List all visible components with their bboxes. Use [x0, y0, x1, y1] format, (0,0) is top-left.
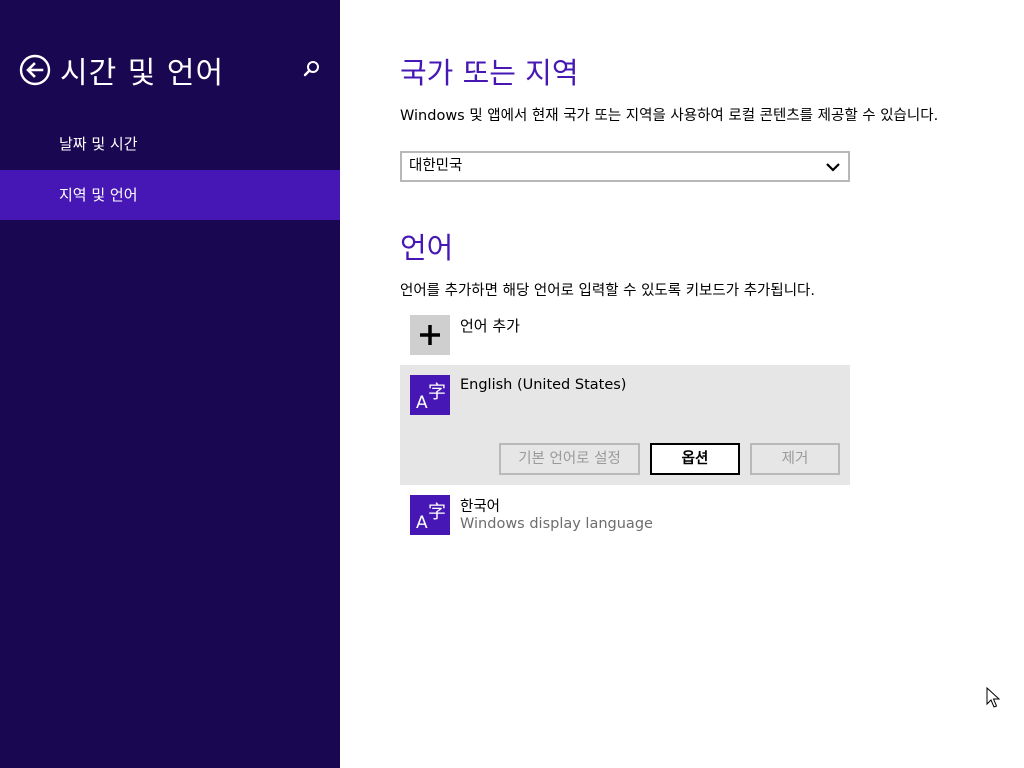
country-region-dropdown[interactable]: 대한민국 [400, 151, 850, 182]
dropdown-value: 대한민국 [409, 158, 463, 174]
language-icon-letter: A [416, 393, 428, 413]
remove-button[interactable]: 제거 [750, 443, 840, 475]
nav-item-date-time[interactable]: 날짜 및 시간 [0, 119, 340, 169]
set-default-language-button[interactable]: 기본 언어로 설정 [499, 443, 640, 475]
add-language-label: 언어 추가 [460, 317, 520, 335]
nav-item-region-language[interactable]: 지역 및 언어 [0, 170, 340, 220]
language-name: English (United States) [460, 377, 627, 393]
left-pane: 시간 및 언어 날짜 및 시간 지역 및 언어 [0, 0, 340, 768]
language-description: 언어를 추가하면 해당 언어로 입력할 수 있도록 키보드가 추가됩니다. [400, 283, 815, 299]
search-icon [303, 61, 319, 77]
language-heading: 언어 [400, 231, 454, 265]
language-icon-glyph: 字 [428, 502, 446, 523]
mouse-pointer-icon [986, 687, 1000, 708]
region-description: Windows 및 앱에서 현재 국가 또는 지역을 사용하여 로컬 콘텐츠를 … [400, 108, 939, 124]
nav-item-label: 지역 및 언어 [59, 186, 138, 204]
language-subtitle: Windows display language [460, 516, 653, 532]
language-icon-glyph: 字 [428, 382, 446, 403]
language-item-korean[interactable]: A 字 한국어 Windows display language [400, 485, 850, 545]
nav-item-label: 날짜 및 시간 [59, 135, 138, 153]
back-button[interactable] [19, 54, 51, 86]
language-icon: A 字 [410, 375, 450, 415]
chevron-down-icon [826, 163, 840, 172]
content-pane: 국가 또는 지역 Windows 및 앱에서 현재 국가 또는 지역을 사용하여… [340, 0, 1024, 768]
language-icon: A 字 [410, 495, 450, 535]
language-name: 한국어 [460, 499, 501, 515]
language-icon-letter: A [416, 513, 428, 533]
add-tile [410, 315, 450, 355]
options-button[interactable]: 옵션 [650, 443, 740, 475]
language-item-english[interactable]: A 字 English (United States) 기본 언어로 설정 옵션… [400, 365, 850, 485]
region-heading: 국가 또는 지역 [400, 56, 579, 90]
plus-icon [420, 325, 440, 345]
page-title: 시간 및 언어 [60, 56, 225, 91]
search-button[interactable] [300, 58, 322, 80]
back-arrow-circle-icon [19, 54, 51, 86]
